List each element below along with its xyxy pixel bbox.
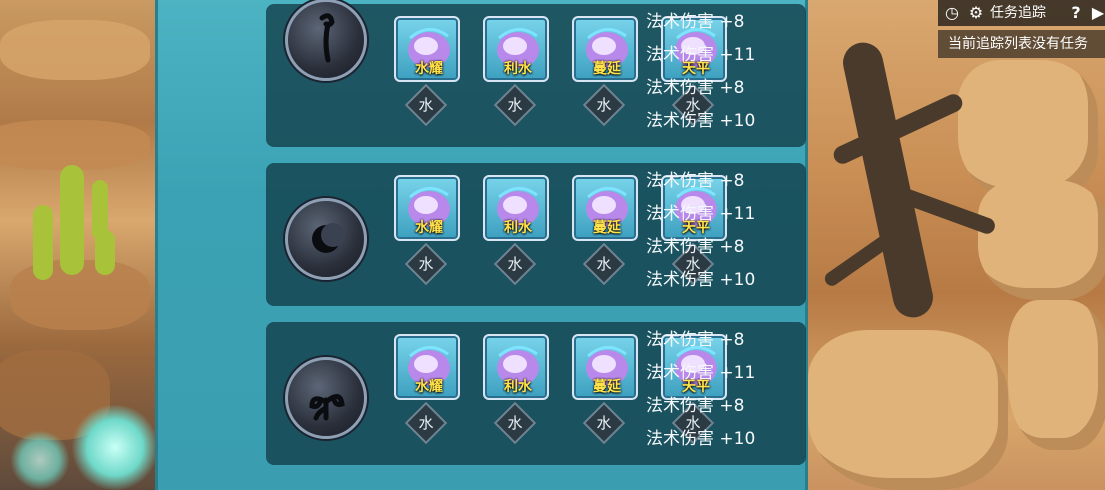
gem-set-panel: 水耀 水 利水 水 蔓延 水 天平 水 法术伤害 +8 法术伤害 +11 法术伤…	[155, 0, 808, 490]
element-badge: 水	[582, 83, 626, 127]
stat-list: 法术伤害 +8 法术伤害 +11 法术伤害 +8 法术伤害 +10	[646, 165, 796, 297]
stat-list: 法术伤害 +8 法术伤害 +11 法术伤害 +8 法术伤害 +10	[646, 324, 796, 456]
stat-line: 法术伤害 +8	[646, 237, 745, 257]
crescent-moon-icon[interactable]	[285, 198, 367, 280]
stat-line: 法术伤害 +10	[646, 111, 756, 131]
quest-tracking-label[interactable]: 任务追踪	[990, 3, 1046, 23]
gem-name: 水耀	[415, 379, 443, 395]
gear-icon[interactable]: ⚙	[966, 3, 986, 23]
element-badge: 水	[493, 83, 537, 127]
gem-icon: 水耀	[394, 334, 460, 400]
stat-line: 法术伤害 +8	[646, 396, 745, 416]
gem-icon: 蔓延	[572, 334, 638, 400]
stat-line: 法术伤害 +8	[646, 171, 745, 191]
gem-set-row: 水耀 水 利水 水 蔓延 水 天平 水 法术伤害 +8 法术伤害 +11 法术伤…	[266, 163, 806, 306]
stat-line: 法术伤害 +8	[646, 78, 745, 98]
gem-name: 蔓延	[593, 61, 621, 77]
gem-name: 利水	[504, 61, 532, 77]
gem-icon: 利水	[483, 16, 549, 82]
gem-name: 蔓延	[593, 379, 621, 395]
clock-icon[interactable]: ◷	[942, 3, 962, 23]
element-badge: 水	[493, 242, 537, 286]
gem-name: 水耀	[415, 61, 443, 77]
gem-icon: 利水	[483, 175, 549, 241]
stat-line: 法术伤害 +10	[646, 429, 756, 449]
gem-icon: 蔓延	[572, 175, 638, 241]
stat-list: 法术伤害 +8 法术伤害 +11 法术伤害 +8 法术伤害 +10	[646, 6, 796, 138]
element-badge: 水	[493, 401, 537, 445]
quest-tracker-bar: ◷ ⚙ 任务追踪 ? ▶	[938, 0, 1105, 26]
element-badge: 水	[404, 83, 448, 127]
stat-line: 法术伤害 +11	[646, 204, 756, 224]
gem-icon: 水耀	[394, 16, 460, 82]
element-badge: 水	[582, 242, 626, 286]
gem-icon: 水耀	[394, 175, 460, 241]
element-badge: 水	[404, 242, 448, 286]
element-badge: 水	[404, 401, 448, 445]
stat-line: 法术伤害 +11	[646, 363, 756, 383]
play-arrow-icon[interactable]: ▶	[1088, 3, 1105, 23]
gem-name: 蔓延	[593, 220, 621, 236]
quest-empty-message: 当前追踪列表没有任务	[938, 30, 1105, 58]
stat-line: 法术伤害 +11	[646, 45, 756, 65]
scene-right-canyon	[808, 0, 1105, 490]
gem-icon: 蔓延	[572, 16, 638, 82]
stat-line: 法术伤害 +8	[646, 330, 745, 350]
gem-name: 利水	[504, 220, 532, 236]
stat-line: 法术伤害 +10	[646, 270, 756, 290]
gem-name: 水耀	[415, 220, 443, 236]
gem-name: 利水	[504, 379, 532, 395]
curl-sprout-icon[interactable]	[285, 357, 367, 439]
help-icon[interactable]: ?	[1066, 3, 1086, 23]
scene-left-desert	[0, 0, 160, 490]
gem-set-row: 水耀 水 利水 水 蔓延 水 天平 水 法术伤害 +8 法术伤害 +11 法术伤…	[266, 0, 806, 147]
element-badge: 水	[582, 401, 626, 445]
hook-symbol-icon[interactable]	[285, 0, 367, 81]
gem-set-row: 水耀 水 利水 水 蔓延 水 天平 水 法术伤害 +8 法术伤害 +11 法术伤…	[266, 322, 806, 465]
gem-icon: 利水	[483, 334, 549, 400]
stat-line: 法术伤害 +8	[646, 12, 745, 32]
